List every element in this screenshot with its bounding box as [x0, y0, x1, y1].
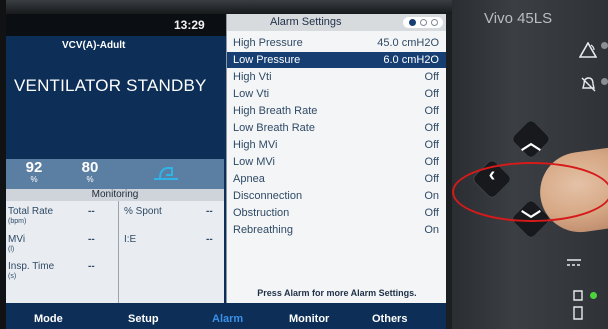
- spo2-vital: 92 %: [14, 159, 54, 184]
- vital-2-unit: %: [86, 175, 94, 184]
- page-dot-active: [409, 19, 416, 26]
- menu-setup[interactable]: Setup: [128, 313, 159, 325]
- ventilator-screen: 13:29 VCV(A)-Adult VENTILATOR STANDBY 92…: [6, 14, 446, 329]
- alarm-value: Off: [424, 122, 439, 134]
- alarm-row-rebreathing[interactable]: Rebreathing On: [227, 222, 446, 238]
- mvi-label: MVi: [8, 234, 26, 245]
- alarm-value: Off: [424, 139, 439, 151]
- alarm-value: On: [424, 224, 439, 236]
- menu-alarm[interactable]: Alarm: [212, 313, 243, 325]
- silence-led: [601, 78, 608, 85]
- alarm-settings-header: Alarm Settings: [227, 14, 446, 31]
- vital-2-value: 80: [81, 159, 99, 176]
- clock: 13:29: [174, 18, 205, 32]
- alarm-row-low-pressure[interactable]: Low Pressure 6.0 cmH2O: [227, 52, 446, 68]
- alarm-name: Low Pressure: [233, 54, 301, 66]
- alarm-row-low-breath-rate[interactable]: Low Breath Rate Off: [227, 120, 446, 136]
- alarm-name: High Breath Rate: [233, 105, 318, 117]
- menu-others[interactable]: Others: [372, 313, 407, 325]
- spont-value: --: [206, 206, 213, 217]
- highlight-annotation: [452, 162, 608, 222]
- menu-monitor[interactable]: Monitor: [289, 313, 329, 325]
- alarm-settings-title: Alarm Settings: [270, 16, 342, 28]
- menu-mode[interactable]: Mode: [34, 313, 63, 325]
- alarm-name: High Vti: [233, 71, 272, 83]
- mvi-unit: (l): [8, 246, 15, 253]
- alarm-triangle-icon[interactable]: [578, 41, 598, 62]
- device-brand: Vivo 45LS: [484, 10, 553, 27]
- monitoring-title: Monitoring: [6, 189, 224, 201]
- menu-bar: Mode Setup Alarm Monitor Others: [6, 303, 446, 329]
- alarm-name: Apnea: [233, 173, 265, 185]
- alarm-row-high-pressure[interactable]: High Pressure 45.0 cmH2O: [227, 35, 446, 51]
- power-led: [590, 292, 597, 299]
- total-rate-label: Total Rate: [8, 206, 54, 217]
- page-dot: [420, 19, 427, 26]
- alarm-value: Off: [424, 71, 439, 83]
- total-rate-value: --: [88, 206, 95, 217]
- alarm-row-low-mvi[interactable]: Low MVi Off: [227, 154, 446, 170]
- insp-time-label: Insp. Time: [8, 261, 55, 272]
- alarm-row-high-vti[interactable]: High Vti Off: [227, 69, 446, 85]
- alarm-name: Disconnection: [233, 190, 303, 202]
- standby-status: VENTILATOR STANDBY: [14, 76, 207, 95]
- alarm-row-obstruction[interactable]: Obstruction Off: [227, 205, 446, 221]
- monitoring-divider: [118, 201, 119, 303]
- ie-label: I:E: [124, 234, 137, 245]
- alarm-name: Low MVi: [233, 156, 275, 168]
- alarm-settings-panel: Alarm Settings High Pressure 45.0 cmH2O …: [226, 14, 446, 303]
- insp-time-value: --: [88, 261, 95, 272]
- alarm-name: Obstruction: [233, 207, 290, 219]
- alarm-settings-hint: Press Alarm for more Alarm Settings.: [257, 288, 417, 298]
- alarm-row-disconnection[interactable]: Disconnection On: [227, 188, 446, 204]
- alarm-silence-icon[interactable]: [580, 76, 597, 97]
- alarm-name: High MVi: [233, 139, 278, 151]
- alarm-row-apnea[interactable]: Apnea Off: [227, 171, 446, 187]
- alarm-name: Low Vti: [233, 88, 270, 100]
- page-indicator: [403, 17, 443, 28]
- monitoring-panel: Total Rate (bpm) -- MVi (l) -- Insp. Tim…: [6, 201, 224, 303]
- alarm-name: High Pressure: [233, 37, 303, 49]
- alarm-led: [601, 42, 608, 49]
- alarm-value: On: [424, 190, 439, 202]
- insp-time-unit: (s): [8, 273, 17, 280]
- ie-value: --: [206, 234, 213, 245]
- sensor-connection-icon: [152, 165, 180, 183]
- alarm-value: Off: [424, 88, 439, 100]
- alarm-value: Off: [424, 105, 439, 117]
- vitals-bar: 92 % 80 %: [6, 159, 224, 189]
- menu-lines-icon[interactable]: [566, 256, 582, 273]
- chevron-up-icon: ︿: [521, 132, 541, 154]
- spo2-value: 92: [25, 159, 43, 176]
- spo2-unit: %: [30, 175, 38, 184]
- alarm-value: 6.0 cmH2O: [383, 54, 439, 66]
- mvi-value: --: [88, 234, 95, 245]
- alarm-name: Low Breath Rate: [233, 122, 315, 134]
- alarm-row-low-vti[interactable]: Low Vti Off: [227, 86, 446, 102]
- alarm-row-high-mvi[interactable]: High MVi Off: [227, 137, 446, 153]
- vital-2: 80 %: [70, 159, 110, 184]
- alarm-value: Off: [424, 207, 439, 219]
- page-dot: [431, 19, 438, 26]
- alarm-value: Off: [424, 173, 439, 185]
- alarm-name: Rebreathing: [233, 224, 293, 236]
- alarm-value: Off: [424, 156, 439, 168]
- alarm-row-high-breath-rate[interactable]: High Breath Rate Off: [227, 103, 446, 119]
- total-rate-unit: (bpm): [8, 218, 27, 225]
- spont-label: % Spont: [124, 206, 162, 217]
- ventilation-mode: VCV(A)-Adult: [62, 40, 126, 51]
- power-plug-icon[interactable]: [571, 288, 585, 326]
- alarm-value: 45.0 cmH2O: [377, 37, 439, 49]
